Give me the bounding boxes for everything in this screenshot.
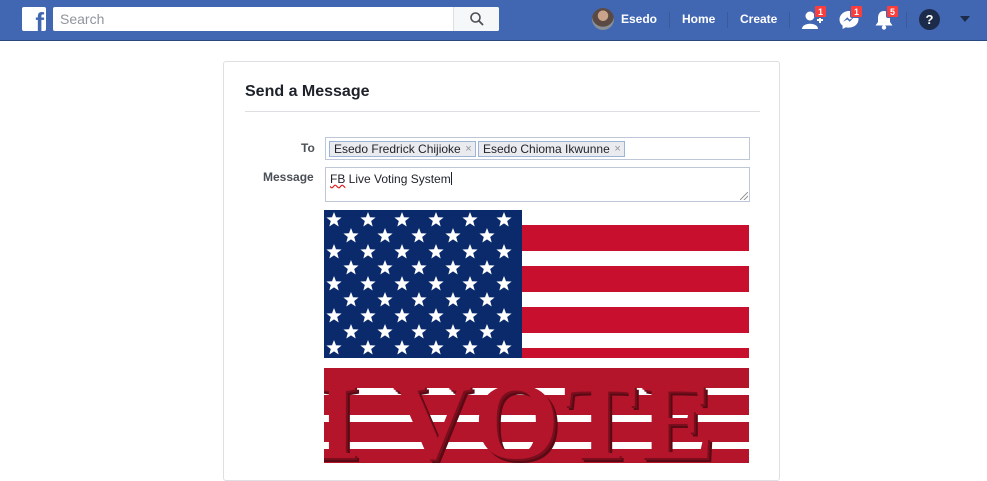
message-text-rest: Live Voting System [345,172,451,186]
recipient-name: Esedo Fredrick Chijioke [334,142,461,156]
avatar[interactable] [592,8,614,30]
flag-star [479,228,495,243]
create-link[interactable]: Create [740,0,777,40]
flag-star [377,260,393,275]
flag-star [394,244,410,259]
remove-recipient-icon[interactable]: × [614,142,620,156]
flag-star [360,308,376,323]
flag-star [428,212,444,227]
recipient-token[interactable]: Esedo Fredrick Chijioke × [329,141,476,157]
flag-star [428,244,444,259]
flag-star [394,276,410,291]
message-textarea[interactable]: FB Live Voting System [325,167,750,202]
search-icon [470,12,484,26]
misspelled-word: FB [330,172,346,186]
flag-star [445,324,461,339]
flag-star [428,340,444,355]
flag-star [360,212,376,227]
flag-star [377,324,393,339]
flag-star [343,324,359,339]
flag-star [462,244,478,259]
facebook-logo-icon[interactable]: f [22,7,46,31]
flag-star [462,212,478,227]
message-label: Message [263,170,314,184]
resize-handle[interactable] [740,192,748,200]
nav-divider [906,12,907,28]
search-bar [53,7,499,31]
i-vote-lettering: I VOTE [324,360,718,463]
flag-star [343,292,359,307]
nav-divider [789,12,790,28]
text-cursor [450,172,452,185]
top-navigation-bar: f Esedo Home Create 1 1 5 ? [0,0,987,41]
to-label: To [301,141,315,155]
flag-star [496,244,512,259]
flag-canton-stars [324,210,522,358]
flag-star [411,228,427,243]
flag-star [326,212,342,227]
flag-star [445,292,461,307]
flag-star [377,292,393,307]
flag-star [462,276,478,291]
nav-divider [669,12,670,28]
flag-star [462,308,478,323]
flag-star [445,260,461,275]
flag-star [479,260,495,275]
nav-divider [727,12,728,28]
recipient-name: Esedo Chioma Ikwunne [483,142,610,156]
notifications-badge: 5 [886,5,900,18]
flag-star [326,340,342,355]
recipient-token[interactable]: Esedo Chioma Ikwunne × [478,141,625,157]
flag-star [496,276,512,291]
flag-star [343,228,359,243]
flag-star [326,308,342,323]
flag-star [445,228,461,243]
search-button[interactable] [453,7,499,31]
flag-star [377,228,393,243]
recipients-field[interactable]: Esedo Fredrick Chijioke × Esedo Chioma I… [325,137,750,160]
flag-star [411,292,427,307]
attached-image-i-vote-flag: I VOTE [324,210,749,463]
flag-star [462,340,478,355]
flag-star [394,340,410,355]
flag-star [411,324,427,339]
messages-badge: 1 [850,5,864,18]
flag-star [479,324,495,339]
flag-star [360,340,376,355]
flag-star [360,276,376,291]
help-icon[interactable]: ? [919,9,940,30]
flag-star [428,276,444,291]
flag-star [496,212,512,227]
flag-star [326,276,342,291]
flag-star [411,260,427,275]
home-link[interactable]: Home [682,0,715,40]
flag-star [479,292,495,307]
flag-star [360,244,376,259]
dialog-title: Send a Message [245,83,370,100]
flag-star [326,244,342,259]
search-input[interactable] [53,7,453,31]
flag-star [343,260,359,275]
profile-link[interactable]: Esedo [621,0,657,40]
remove-recipient-icon[interactable]: × [465,142,471,156]
flag-star [496,340,512,355]
flag-star [428,308,444,323]
account-menu-chevron-down-icon[interactable] [960,16,970,22]
friend-requests-badge: 1 [814,5,828,18]
flag-star [394,212,410,227]
title-divider [245,111,760,112]
flag-star [394,308,410,323]
flag-star [496,308,512,323]
message-text: FB Live Voting System [330,172,452,186]
